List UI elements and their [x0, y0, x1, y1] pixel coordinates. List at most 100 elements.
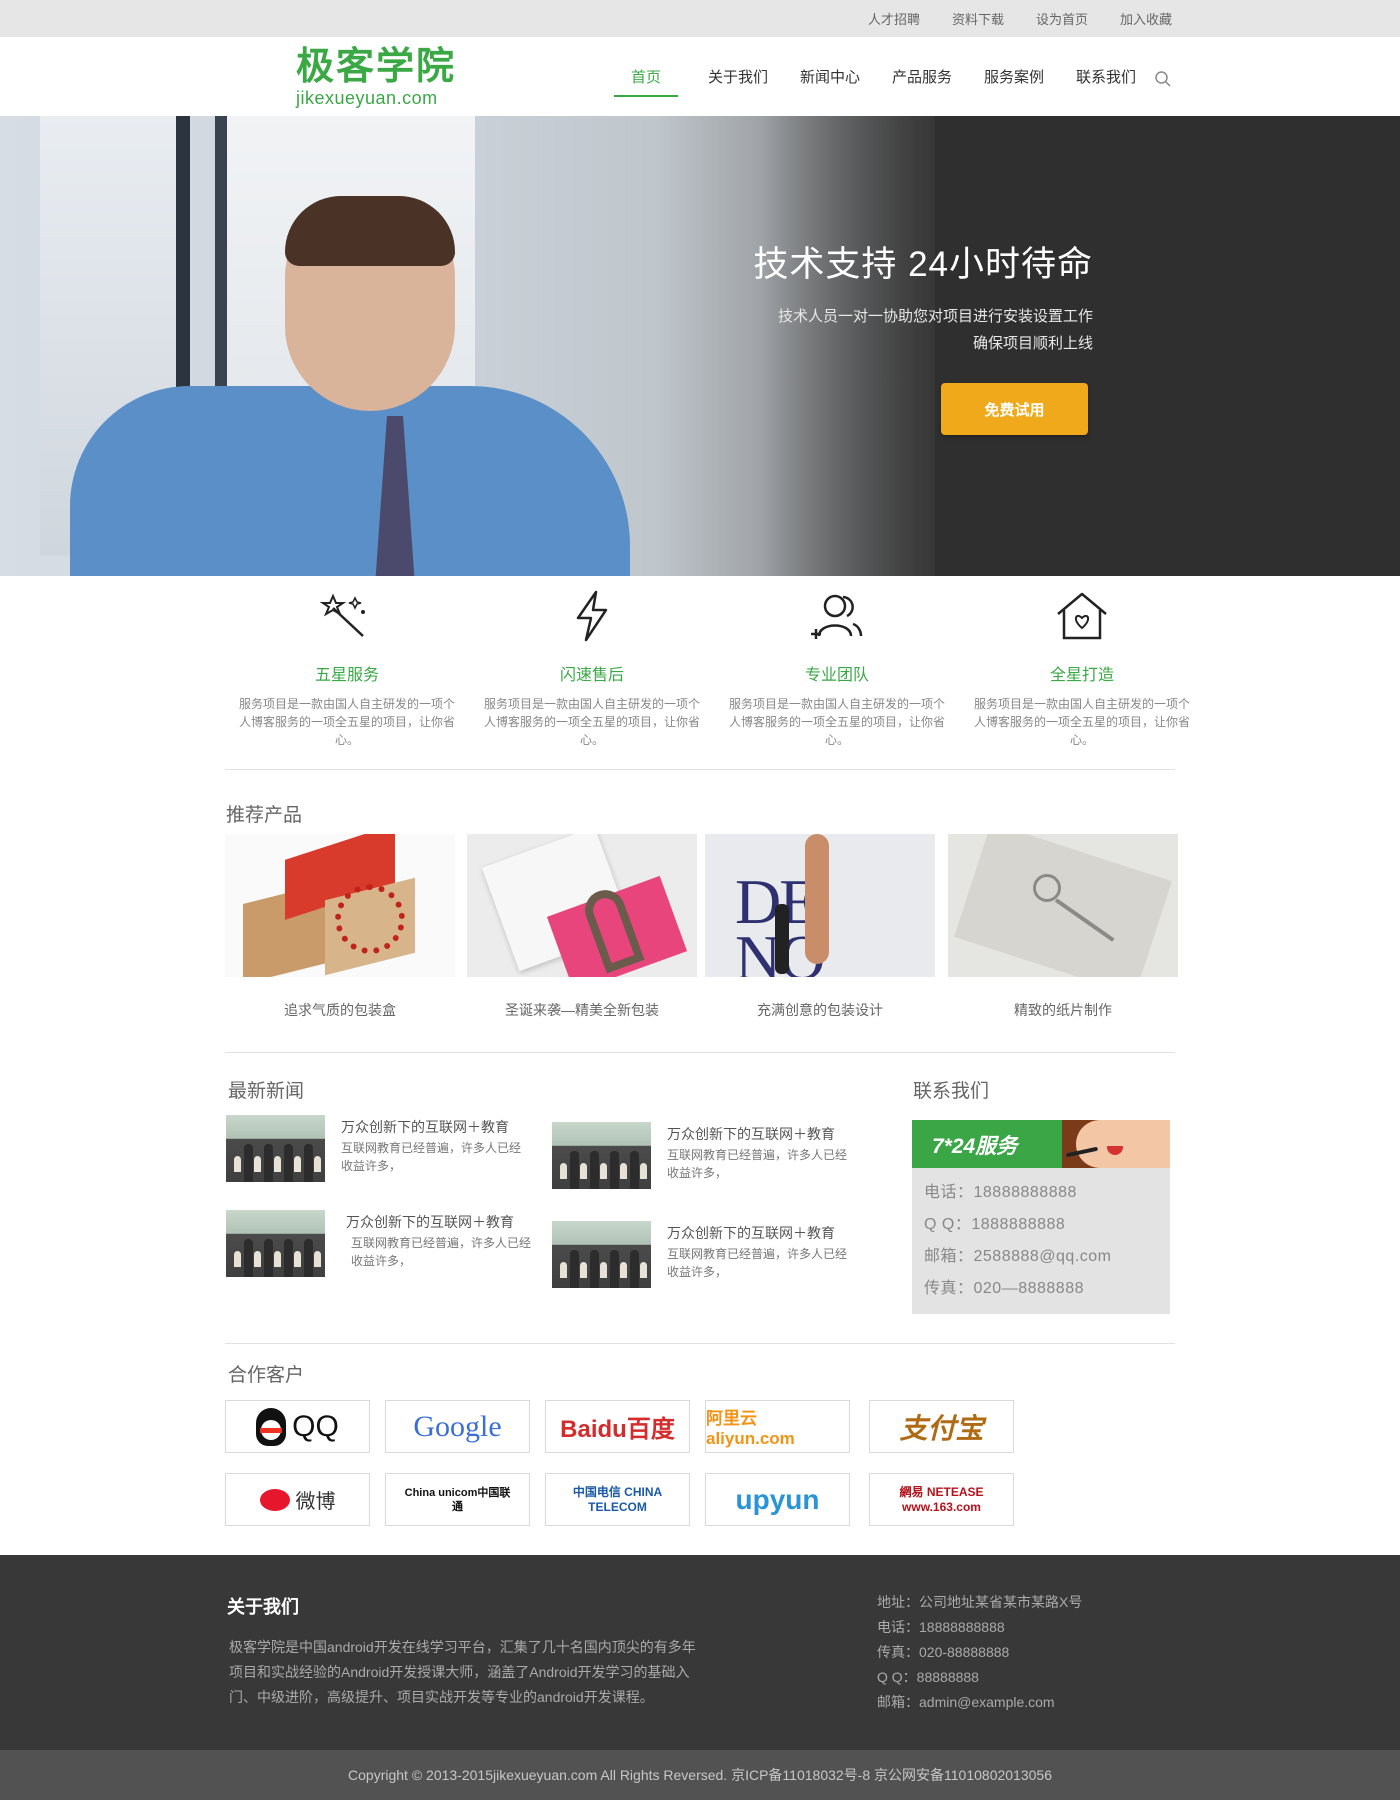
- nav-item-cases[interactable]: 服务案例: [968, 60, 1060, 93]
- news-item[interactable]: 万众创新下的互联网＋教育 互联网教育已经普遍，许多人已经收益许多，: [552, 1221, 872, 1301]
- news-title[interactable]: 万众创新下的互联网＋教育: [341, 1117, 509, 1137]
- product-card[interactable]: 圣诞来袭—精美全新包装: [467, 834, 697, 1020]
- partner-logo-qq[interactable]: QQ: [225, 1400, 370, 1453]
- footer-email: 邮箱：admin@example.com: [877, 1694, 1055, 1710]
- top-link-bookmark[interactable]: 加入收藏: [1120, 9, 1172, 28]
- top-link-set-homepage[interactable]: 设为首页: [1036, 9, 1088, 28]
- feature-title: 专业团队: [804, 667, 869, 684]
- partner-logo-upyun[interactable]: upyun: [705, 1473, 850, 1526]
- news-thumbnail[interactable]: [226, 1115, 325, 1182]
- feature-desc: 服务项目是一款由国人自主研发的一项个人博客服务的一项全五星的项目，让你省心。: [729, 697, 946, 747]
- footer-fax: 传真：020-88888888: [877, 1644, 1010, 1660]
- product-caption: 精致的纸片制作: [1014, 1002, 1112, 1018]
- news-thumbnail[interactable]: [552, 1221, 651, 1288]
- news-desc: 互联网教育已经普遍，许多人已经收益许多，: [667, 1148, 848, 1180]
- search-icon[interactable]: [1154, 70, 1172, 88]
- magic-wand-icon: [319, 593, 365, 637]
- contact-fax: 传真：020—8888888: [924, 1280, 1084, 1297]
- news-section-title: 最新新闻: [228, 1081, 305, 1102]
- partner-logos: QQ Google Baidu百度 阿里云 aliyun.com 支付宝 微博 …: [225, 1400, 1045, 1530]
- feature-title: 闪速售后: [559, 667, 624, 684]
- free-trial-button[interactable]: 免费试用: [941, 383, 1088, 435]
- footer-address: 地址：公司地址某省某市某路X号: [877, 1594, 1083, 1610]
- footer-qq: Q Q：88888888: [877, 1669, 979, 1685]
- service-banner: 7*24服务: [912, 1120, 1170, 1168]
- news-thumbnail[interactable]: [552, 1122, 651, 1189]
- news-desc: 互联网教育已经普遍，许多人已经收益许多，: [351, 1236, 532, 1268]
- news-title[interactable]: 万众创新下的互联网＋教育: [667, 1124, 835, 1144]
- lightning-icon: [576, 590, 608, 642]
- product-image[interactable]: DENO: [705, 834, 935, 977]
- product-image[interactable]: [467, 834, 697, 977]
- footer-contact: 地址：公司地址某省某市某路X号 电话：18888888888 传真：020-88…: [877, 1590, 1082, 1715]
- news-title[interactable]: 万众创新下的互联网＋教育: [346, 1212, 514, 1232]
- section-divider: [225, 1343, 1175, 1344]
- main-nav: 首页 关于我们 新闻中心 产品服务 服务案例 联系我们: [600, 37, 1152, 116]
- customer-service-agent-illustration: [1062, 1120, 1170, 1168]
- features-section: 五星服务 服务项目是一款由国人自主研发的一项个人博客服务的一项全五星的项目，让你…: [225, 588, 1205, 768]
- contact-phone: 电话：18888888888: [924, 1184, 1077, 1201]
- product-image[interactable]: [948, 834, 1178, 977]
- news-item[interactable]: 万众创新下的互联网＋教育 互联网教育已经普遍，许多人已经收益许多，: [226, 1210, 546, 1290]
- product-caption: 追求气质的包装盒: [284, 1002, 396, 1018]
- nav-item-products[interactable]: 产品服务: [876, 60, 968, 93]
- section-divider: [225, 1052, 1175, 1053]
- product-caption: 圣诞来袭—精美全新包装: [505, 1002, 659, 1018]
- copyright-bar: Copyright © 2013-2015jikexueyuan.com All…: [0, 1750, 1400, 1800]
- partner-logo-google[interactable]: Google: [385, 1400, 530, 1453]
- contact-email: 邮箱：2588888@qq.com: [924, 1248, 1112, 1265]
- product-image[interactable]: [225, 834, 455, 977]
- logo-english: jikexueyuan.com: [296, 88, 438, 108]
- site-logo[interactable]: 极客学院 jikexueyuan.com: [296, 45, 456, 107]
- products-grid: 追求气质的包装盒 圣诞来袭—精美全新包装 DENO 充满创意的包装设计 精致的纸…: [225, 834, 1180, 1024]
- contact-section-title: 联系我们: [913, 1081, 990, 1102]
- site-footer: 关于我们 极客学院是中国android开发在线学习平台，汇集了几十名国内顶尖的有…: [0, 1555, 1400, 1750]
- nav-item-contact[interactable]: 联系我们: [1060, 60, 1152, 93]
- weibo-icon: [259, 1488, 290, 1511]
- partner-logo-baidu[interactable]: Baidu百度: [545, 1400, 690, 1453]
- contact-qq: Q Q：1888888888: [924, 1216, 1066, 1233]
- feature-desc: 服务项目是一款由国人自主研发的一项个人博客服务的一项全五星的项目，让你省心。: [974, 697, 1191, 747]
- hero-title: 技术支持 24小时待命: [753, 245, 1093, 284]
- hero-subtitle: 技术人员一对一协助您对项目进行安装设置工作 确保项目顺利上线: [777, 308, 1093, 352]
- feature-title: 全星打造: [1049, 667, 1114, 684]
- nav-item-home[interactable]: 首页: [600, 60, 692, 97]
- news-item[interactable]: 万众创新下的互联网＋教育 互联网教育已经普遍，许多人已经收益许多，: [226, 1115, 546, 1195]
- product-caption: 充满创意的包装设计: [757, 1002, 883, 1018]
- product-card[interactable]: 追求气质的包装盒: [225, 834, 455, 1020]
- top-utility-bar: 人才招聘 资料下载 设为首页 加入收藏: [0, 0, 1400, 37]
- top-link-downloads[interactable]: 资料下载: [952, 9, 1004, 28]
- partner-logo-aliyun[interactable]: 阿里云 aliyun.com: [705, 1400, 850, 1453]
- partner-logo-netease[interactable]: 網易 NETEASE www.163.com: [869, 1473, 1014, 1526]
- feature-pro-team: 专业团队 服务项目是一款由国人自主研发的一项个人博客服务的一项全五星的项目，让你…: [727, 588, 947, 749]
- news-list: 万众创新下的互联网＋教育 互联网教育已经普遍，许多人已经收益许多， 万众创新下的…: [226, 1115, 866, 1295]
- feature-title: 五星服务: [314, 667, 379, 684]
- partner-logo-china-telecom[interactable]: 中国电信 CHINA TELECOM: [545, 1473, 690, 1526]
- feature-all-star: 全星打造 服务项目是一款由国人自主研发的一项个人博客服务的一项全五星的项目，让你…: [972, 588, 1192, 749]
- home-heart-icon: [1057, 592, 1107, 640]
- contact-box: 7*24服务 电话：18888888888 Q Q：1888888888 邮箱：…: [912, 1120, 1170, 1314]
- feature-desc: 服务项目是一款由国人自主研发的一项个人博客服务的一项全五星的项目，让你省心。: [484, 697, 701, 747]
- products-section-title: 推荐产品: [226, 805, 303, 826]
- top-links: 人才招聘 资料下载 设为首页 加入收藏: [868, 0, 1172, 37]
- top-link-jobs[interactable]: 人才招聘: [868, 9, 920, 28]
- team-icon: [811, 594, 863, 639]
- nav-item-news[interactable]: 新闻中心: [784, 60, 876, 93]
- nav-item-about[interactable]: 关于我们: [692, 60, 784, 93]
- footer-phone: 电话：18888888888: [877, 1619, 1005, 1635]
- news-thumbnail[interactable]: [226, 1210, 325, 1277]
- news-title[interactable]: 万众创新下的互联网＋教育: [667, 1223, 835, 1243]
- news-desc: 互联网教育已经普遍，许多人已经收益许多，: [667, 1247, 848, 1279]
- feature-five-star: 五星服务 服务项目是一款由国人自主研发的一项个人博客服务的一项全五星的项目，让你…: [237, 588, 457, 749]
- footer-about-text: 极客学院是中国android开发在线学习平台，汇集了几十名国内顶尖的有多年项目和…: [229, 1639, 696, 1705]
- partner-logo-weibo[interactable]: 微博: [225, 1473, 370, 1526]
- partner-logo-china-unicom[interactable]: China unicom中国联通: [385, 1473, 530, 1526]
- hero-banner: 技术支持 24小时待命 技术人员一对一协助您对项目进行安装设置工作 确保项目顺利…: [0, 116, 1400, 576]
- partner-logo-alipay[interactable]: 支付宝: [869, 1400, 1014, 1453]
- logo-chinese: 极客学院: [296, 46, 457, 88]
- news-item[interactable]: 万众创新下的互联网＋教育 互联网教育已经普遍，许多人已经收益许多，: [552, 1122, 872, 1202]
- footer-about-title: 关于我们: [227, 1597, 299, 1617]
- product-card[interactable]: 精致的纸片制作: [948, 834, 1178, 1020]
- site-header: 极客学院 jikexueyuan.com 首页 关于我们 新闻中心 产品服务 服…: [0, 37, 1400, 116]
- product-card[interactable]: DENO 充满创意的包装设计: [705, 834, 935, 1020]
